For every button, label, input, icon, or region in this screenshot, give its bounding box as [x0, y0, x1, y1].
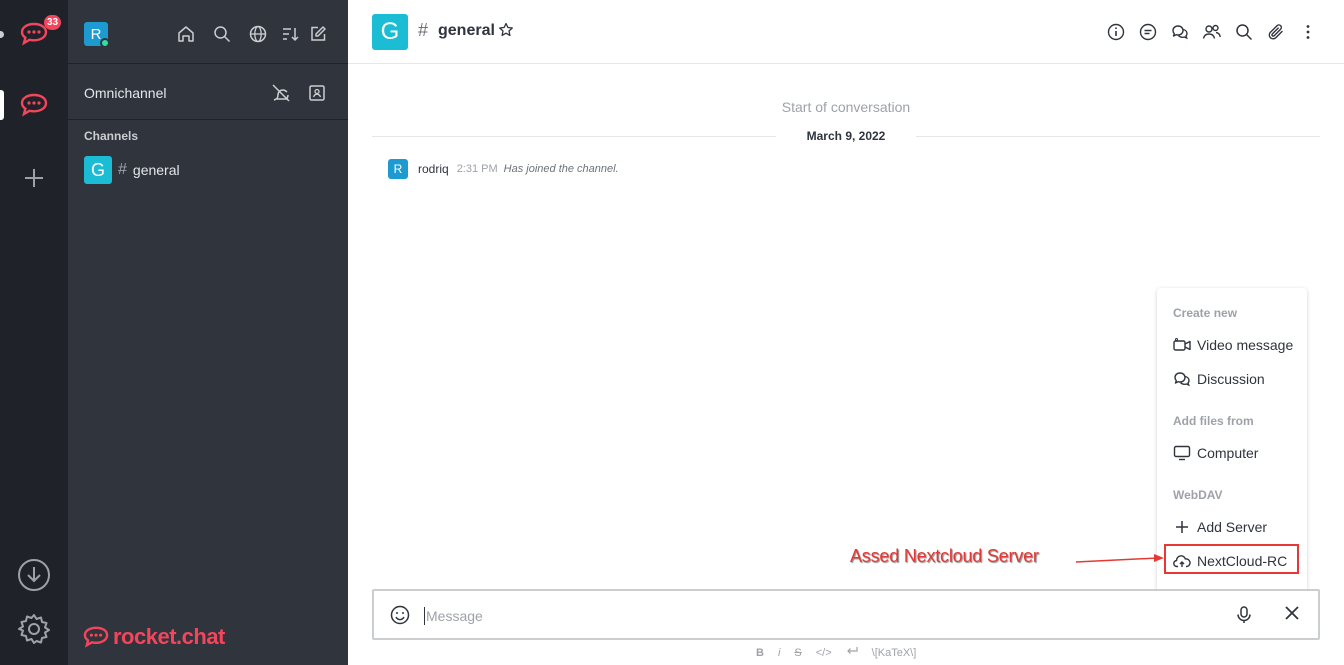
annotation-label: Assed Nextcloud Server: [850, 546, 1039, 566]
sort-icon[interactable]: [280, 24, 300, 44]
room-header-avatar: G: [372, 14, 408, 50]
menu-item-label: Computer: [1197, 445, 1259, 461]
menu-item-label: Add Server: [1197, 519, 1268, 535]
room-title: general: [438, 22, 495, 39]
menu-item-label: Discussion: [1197, 371, 1265, 387]
online-status-indicator: [100, 38, 110, 48]
room-name: general: [132, 162, 180, 178]
close-icon[interactable]: [1284, 605, 1304, 625]
hash-icon: #: [118, 161, 127, 178]
message-composer: [372, 589, 1320, 640]
omnichannel-availability-icon[interactable]: [270, 82, 292, 104]
bold-button[interactable]: B: [756, 647, 764, 659]
emoji-smiley-icon[interactable]: [390, 605, 410, 625]
download-icon[interactable]: [16, 557, 52, 593]
menu-section-webdav: WebDAV: [1173, 488, 1223, 502]
discussions-icon[interactable]: [1170, 22, 1190, 42]
menu-section-create-new: Create new: [1173, 306, 1238, 320]
add-server-icon[interactable]: [22, 166, 46, 190]
room-info-icon[interactable]: [1106, 22, 1126, 42]
search-messages-icon[interactable]: [1234, 22, 1254, 42]
directory-globe-icon[interactable]: [248, 24, 268, 44]
attachment-paperclip-icon[interactable]: [1266, 22, 1286, 42]
favorite-star-icon[interactable]: [498, 22, 516, 40]
video-camera-icon: [1173, 336, 1191, 354]
return-key-icon[interactable]: [846, 646, 858, 659]
create-new-edit-icon[interactable]: [308, 24, 328, 44]
contact-center-icon[interactable]: [306, 82, 328, 104]
room-header: G # general: [348, 0, 1344, 64]
channels-section-title: Channels: [84, 129, 139, 143]
rocket-chat-logo: rocket.chat: [82, 624, 225, 650]
server-rail: 33: [0, 0, 68, 665]
text-caret: [424, 607, 425, 625]
sidebar-item-general[interactable]: G # general: [68, 154, 348, 186]
hash-icon: #: [418, 20, 429, 40]
sidebar-divider: [68, 63, 348, 64]
date-divider-right: [916, 136, 1320, 137]
active-server-indicator: [0, 90, 4, 120]
strikethrough-button[interactable]: S: [794, 647, 801, 659]
annotation-highlight-box: [1164, 544, 1299, 574]
brand-wordmark: rocket.chat: [113, 624, 225, 649]
room-avatar: G: [84, 156, 112, 184]
code-button[interactable]: </>: [816, 647, 832, 659]
sidebar: R Omnichannel Channels G # general rocke…: [68, 0, 348, 665]
date-divider-left: [372, 136, 776, 137]
italic-button[interactable]: i: [778, 647, 780, 659]
annotation-arrow: [1075, 554, 1164, 563]
omnichannel-label: Omnichannel: [84, 85, 167, 101]
menu-item-video-message[interactable]: Video message: [1173, 334, 1293, 356]
threads-icon[interactable]: [1138, 22, 1158, 42]
plus-icon: [1173, 518, 1191, 536]
unread-dot: [0, 31, 4, 38]
start-of-conversation: Start of conversation: [781, 99, 911, 115]
message-username[interactable]: rodriq: [418, 162, 449, 176]
computer-monitor-icon: [1173, 444, 1191, 462]
menu-item-computer[interactable]: Computer: [1173, 442, 1258, 464]
unread-count-badge: 33: [44, 15, 62, 30]
discussion-icon: [1173, 370, 1191, 388]
menu-item-add-server[interactable]: Add Server: [1173, 516, 1267, 538]
formatting-toolbar: B i S </> \[KaTeX\]: [756, 646, 930, 659]
katex-button[interactable]: \[KaTeX\]: [872, 647, 917, 659]
settings-gear-icon[interactable]: [16, 611, 52, 647]
kebab-menu-icon[interactable]: [1298, 22, 1318, 42]
message-input[interactable]: [426, 603, 1206, 629]
menu-item-label: Video message: [1197, 337, 1294, 353]
microphone-icon[interactable]: [1234, 605, 1254, 625]
members-icon[interactable]: [1202, 22, 1222, 42]
message-text: Has joined the channel.: [503, 163, 619, 175]
system-message: R rodriq 2:31 PM Has joined the channel.: [388, 159, 619, 179]
menu-item-discussion[interactable]: Discussion: [1173, 368, 1265, 390]
sidebar-divider: [68, 119, 348, 120]
rocket-chat-active-server-icon[interactable]: [18, 90, 50, 120]
menu-section-add-files: Add files from: [1173, 414, 1254, 428]
search-icon[interactable]: [212, 24, 232, 44]
avatar[interactable]: R: [388, 159, 408, 179]
rocket-chat-logo-icon: [83, 626, 109, 648]
date-divider-label: March 9, 2022: [806, 129, 886, 143]
message-timestamp: 2:31 PM: [456, 163, 498, 175]
home-icon[interactable]: [176, 24, 196, 44]
